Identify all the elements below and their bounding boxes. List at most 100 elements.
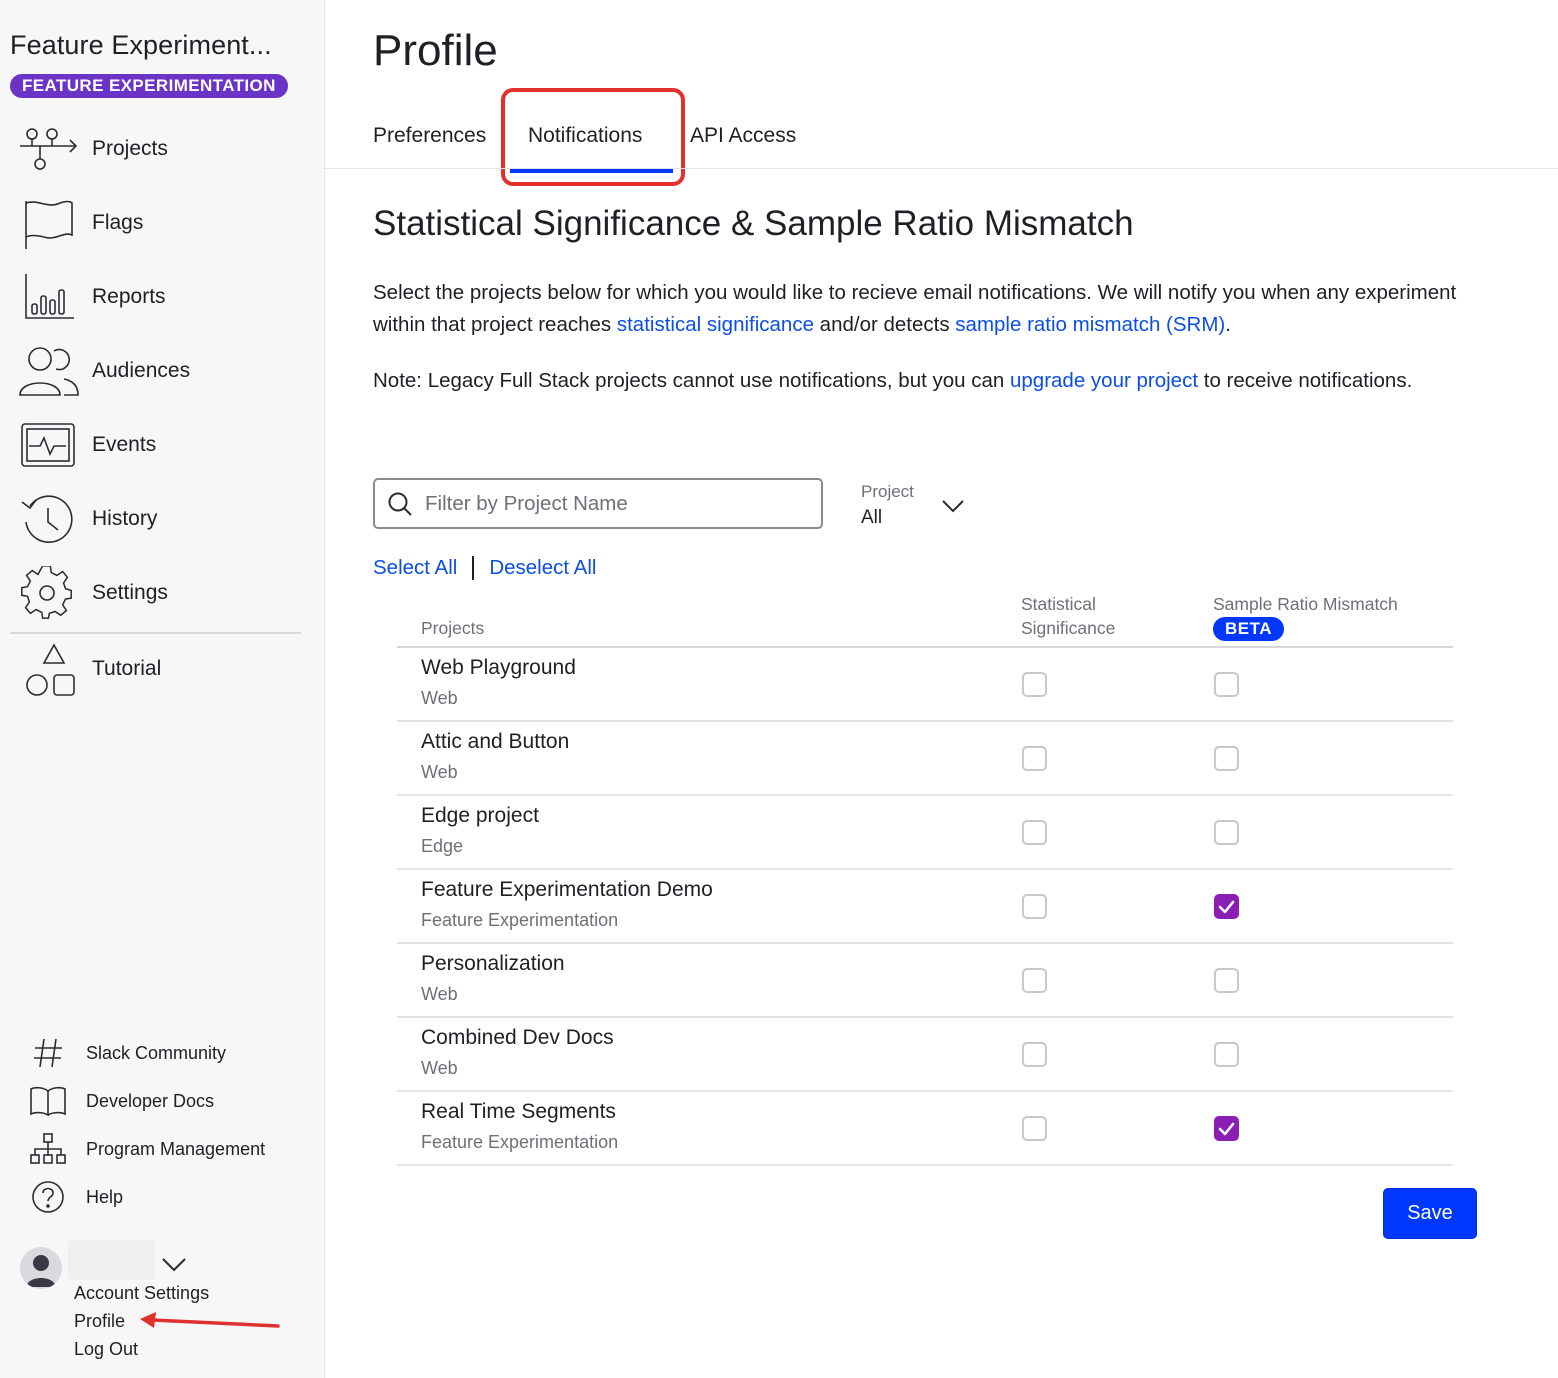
project-name: Combined Dev Docs xyxy=(421,1026,614,1049)
sidebar-item-label: Tutorial xyxy=(92,657,162,680)
project-name: Personalization xyxy=(421,952,565,975)
statistical-significance-checkbox[interactable] xyxy=(1022,1116,1047,1141)
column-header-projects: Projects xyxy=(421,618,485,638)
sidebar-item-label: Reports xyxy=(92,285,166,308)
link-separator xyxy=(472,556,475,580)
srm-checkbox[interactable] xyxy=(1214,746,1239,771)
events-icon xyxy=(18,415,82,475)
statistical-significance-checkbox[interactable] xyxy=(1022,894,1047,919)
project-type: Feature Experimentation xyxy=(421,1132,619,1152)
srm-checkbox[interactable] xyxy=(1214,1042,1239,1067)
statistical-significance-checkbox[interactable] xyxy=(1022,820,1047,845)
table-row: Web Playground Web xyxy=(397,648,1453,722)
selection-links: Select All Deselect All xyxy=(373,556,596,580)
sidebar-item-settings[interactable]: Settings xyxy=(18,563,308,623)
app-title[interactable]: Feature Experiment... xyxy=(10,30,272,61)
util-label: Slack Community xyxy=(86,1042,227,1063)
save-button[interactable]: Save xyxy=(1383,1188,1477,1239)
project-type: Web xyxy=(421,1058,458,1078)
sidebar: Feature Experiment... FEATURE EXPERIMENT… xyxy=(0,0,325,1378)
srm-checkbox[interactable] xyxy=(1214,820,1239,845)
sidebar-item-history[interactable]: History xyxy=(18,489,308,549)
project-name: Real Time Segments xyxy=(421,1100,616,1123)
select-all-link[interactable]: Select All xyxy=(373,556,457,580)
sidebar-item-audiences[interactable]: Audiences xyxy=(18,341,308,401)
history-icon xyxy=(18,489,82,549)
profile-link[interactable]: Profile xyxy=(74,1311,125,1332)
help-icon xyxy=(28,1177,68,1217)
page-title: Profile xyxy=(373,26,498,75)
chevron-down-icon xyxy=(942,500,964,513)
project-type: Web xyxy=(421,984,458,1004)
statistical-significance-checkbox[interactable] xyxy=(1022,1042,1047,1067)
flag-icon xyxy=(18,193,82,253)
search-input[interactable] xyxy=(425,491,815,516)
account-settings-link[interactable]: Account Settings xyxy=(74,1283,209,1304)
statistical-significance-checkbox[interactable] xyxy=(1022,968,1047,993)
org-chart-icon xyxy=(28,1129,68,1169)
project-type: Edge xyxy=(421,836,464,856)
dropdown-value: All xyxy=(861,507,883,528)
sidebar-item-label: Settings xyxy=(92,581,168,604)
util-label: Program Management xyxy=(86,1138,266,1159)
sidebar-item-help[interactable]: Help xyxy=(28,1177,123,1217)
tab-notifications[interactable]: Notifications xyxy=(528,124,642,148)
audiences-icon xyxy=(18,341,82,401)
srm-checkbox[interactable] xyxy=(1214,672,1239,697)
intro-text: Select the projects below for which you … xyxy=(373,281,1457,336)
table-row: Personalization Web xyxy=(397,944,1453,1018)
annotation-arrow xyxy=(140,1312,280,1328)
beta-badge: BETA xyxy=(1213,617,1285,641)
sidebar-item-program-management[interactable]: Program Management xyxy=(28,1129,265,1169)
sidebar-item-tutorial[interactable]: Tutorial xyxy=(18,639,308,699)
util-label: Help xyxy=(86,1186,124,1207)
upgrade-project-link[interactable]: upgrade your project xyxy=(1010,369,1198,392)
tabs-divider xyxy=(325,168,1558,169)
shapes-icon xyxy=(18,639,82,699)
table-row: Combined Dev Docs Web xyxy=(397,1018,1453,1092)
sidebar-item-developer-docs[interactable]: Developer Docs xyxy=(28,1081,214,1121)
log-out-link[interactable]: Log Out xyxy=(74,1339,138,1360)
dropdown-label: Project xyxy=(861,482,914,501)
tab-api-access[interactable]: API Access xyxy=(690,124,796,148)
table-row: Attic and Button Web xyxy=(397,722,1453,796)
gear-icon xyxy=(18,563,82,623)
srm-checkbox[interactable] xyxy=(1214,894,1239,919)
sidebar-item-flags[interactable]: Flags xyxy=(18,193,308,253)
project-type: Feature Experimentation xyxy=(421,910,619,930)
sidebar-item-reports[interactable]: Reports xyxy=(18,267,308,327)
table-row: Real Time Segments Feature Experimentatio… xyxy=(397,1092,1453,1166)
tab-preferences[interactable]: Preferences xyxy=(373,124,486,148)
deselect-all-link[interactable]: Deselect All xyxy=(489,556,596,580)
chevron-down-icon[interactable] xyxy=(160,1252,188,1276)
statistical-significance-link[interactable]: statistical significance xyxy=(617,313,814,336)
srm-checkbox[interactable] xyxy=(1214,968,1239,993)
project-type-dropdown[interactable]: Project All xyxy=(861,480,971,530)
column-header-srm: Sample Ratio Mismatch BETA xyxy=(1213,592,1398,641)
statistical-significance-checkbox[interactable] xyxy=(1022,746,1047,771)
sidebar-item-label: Audiences xyxy=(92,359,191,382)
note-text: Note: Legacy Full Stack projects cannot … xyxy=(373,369,1413,392)
sidebar-item-label: Flags xyxy=(92,211,144,234)
project-type: Web xyxy=(421,762,458,782)
project-name: Edge project xyxy=(421,804,539,827)
sidebar-item-projects[interactable]: Projects xyxy=(18,119,308,179)
table-row: Edge project Edge xyxy=(397,796,1453,870)
avatar[interactable] xyxy=(20,1247,62,1289)
sidebar-item-label: Projects xyxy=(92,137,168,160)
main-content: Profile Preferences Notifications API Ac… xyxy=(325,0,1558,1378)
statistical-significance-checkbox[interactable] xyxy=(1022,672,1047,697)
srm-checkbox[interactable] xyxy=(1214,1116,1239,1141)
user-name xyxy=(68,1240,154,1280)
sidebar-item-slack-community[interactable]: Slack Community xyxy=(28,1033,226,1073)
hash-icon xyxy=(28,1033,68,1073)
section-title: Statistical Significance & Sample Ratio … xyxy=(373,204,1134,243)
table-row: Feature Experimentation Demo Feature Expe… xyxy=(397,870,1453,944)
project-name: Feature Experimentation Demo xyxy=(421,878,713,901)
sidebar-item-events[interactable]: Events xyxy=(18,415,308,475)
book-icon xyxy=(28,1081,68,1121)
project-name: Attic and Button xyxy=(421,730,570,753)
srm-link[interactable]: sample ratio mismatch (SRM) xyxy=(955,313,1225,336)
column-header-statistical-significance: Statistical Significance xyxy=(1021,594,1116,638)
search-icon xyxy=(375,480,425,527)
